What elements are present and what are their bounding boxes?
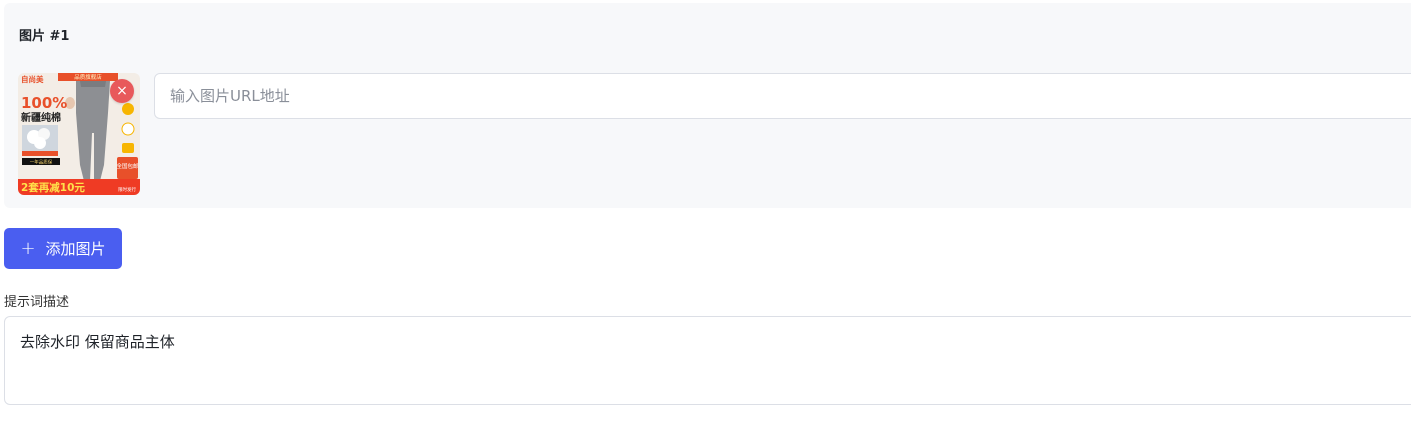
thumb-top-banner: 品质旗舰店 — [74, 73, 102, 81]
thumb-brand: 自尚美 — [21, 74, 44, 84]
plus-icon: + — [20, 238, 36, 259]
add-image-button[interactable]: + 添加图片 — [4, 228, 122, 269]
thumb-headline-text: 新疆纯棉 — [21, 111, 61, 124]
thumb-side-badge: 全国包邮 — [116, 162, 139, 170]
prompt-label: 提示词描述 — [4, 295, 70, 310]
thumb-corner-text: 限时发行 — [118, 186, 136, 193]
thumb-bottom-banner: 2套再减10元 — [21, 181, 85, 194]
remove-image-button[interactable]: × — [110, 79, 134, 103]
prompt-textarea[interactable]: 去除水印 保留商品主体 — [4, 316, 1411, 405]
thumb-small-tag: 一年品质保 — [30, 159, 53, 166]
image-item-card: 图片 #1 品质旗舰店 自尚美 100% 新疆纯棉 一年品质保 全国包邮 2套再… — [4, 3, 1411, 208]
add-image-label: 添加图片 — [45, 240, 106, 258]
thumb-headline-percent: 100% — [21, 94, 67, 112]
image-item-title: 图片 #1 — [19, 29, 70, 44]
close-icon: × — [116, 83, 128, 99]
image-url-input[interactable] — [154, 73, 1411, 119]
